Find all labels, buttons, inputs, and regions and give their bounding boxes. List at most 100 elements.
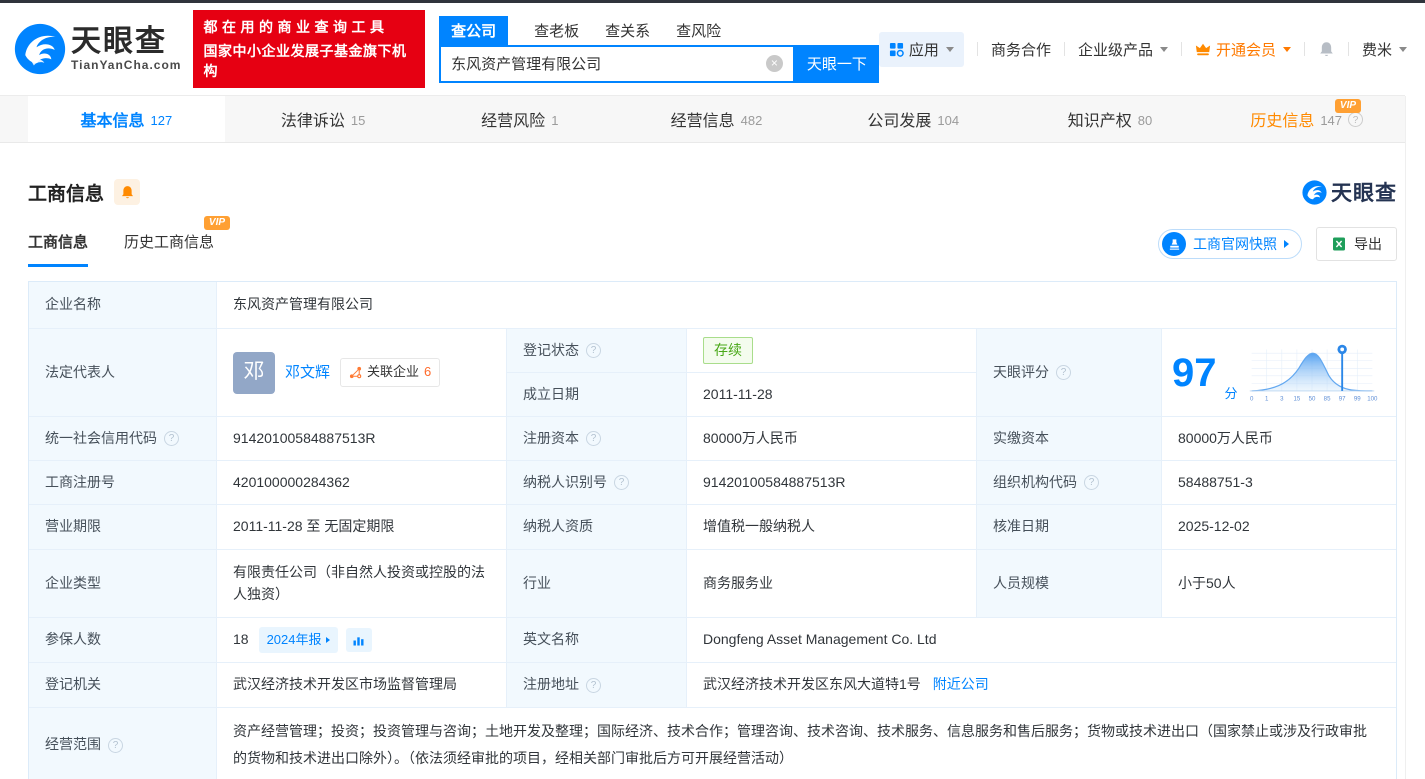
field-value-score: 97 分 0 1 3 15 50 85 97 99 100 [1161, 328, 1396, 416]
subtab-business-info[interactable]: 工商信息 [28, 231, 89, 267]
legal-rep-link[interactable]: 邓文辉 [285, 361, 330, 384]
tianyancha-page: 天眼查 TianYanCha.com 都在用的商业查询工具 国家中小企业发展子基… [0, 0, 1425, 779]
bell-icon [1320, 41, 1333, 56]
field-label-score: 天眼评分? [976, 328, 1161, 416]
field-value-establish-date: 2011-11-28 [686, 372, 976, 416]
nav-enterprise-label: 企业级产品 [1077, 41, 1153, 59]
bar-chart-icon [353, 636, 364, 646]
tab-legal-litigation[interactable]: 法律诉讼 15 [225, 96, 422, 142]
divider [1303, 42, 1305, 56]
score-number: 97 [1172, 350, 1217, 395]
nav-notifications[interactable] [1318, 41, 1335, 58]
export-button[interactable]: 导出 [1316, 227, 1397, 261]
field-value-insured-count: 18 2024年报 [216, 617, 506, 662]
info-icon[interactable]: ? [586, 343, 601, 358]
field-label-establish-date: 成立日期 [506, 372, 686, 416]
subtab-history-business-info[interactable]: VIP 历史工商信息 [124, 216, 231, 267]
info-icon[interactable]: ? [108, 737, 123, 753]
site-logo[interactable]: 天眼查 TianYanCha.com [14, 23, 181, 75]
divider [1063, 42, 1065, 56]
nav-user-menu[interactable]: 费米 [1362, 39, 1407, 60]
tianyancha-logo-icon [1302, 179, 1327, 205]
username: 费米 [1361, 41, 1392, 59]
field-value-english-name: Dongfeng Asset Management Co. Ltd [686, 617, 1396, 662]
avatar[interactable]: 邓 [233, 351, 275, 394]
svg-text:1: 1 [1265, 395, 1269, 402]
search-tab-relation[interactable]: 查关系 [605, 16, 650, 45]
annual-report-badge[interactable]: 2024年报 [258, 626, 338, 654]
chevron-right-icon [325, 637, 330, 643]
official-snapshot-button[interactable]: 工商官网快照 [1158, 229, 1302, 259]
annual-report-label: 2024年报 [266, 631, 322, 647]
field-label-insured-count: 参保人数 [29, 617, 216, 662]
svg-text:3: 3 [1280, 395, 1284, 402]
info-icon[interactable]: ? [586, 431, 601, 446]
field-value-staff-size: 小于50人 [1161, 549, 1396, 617]
top-nav: 应用 商务合作 企业级产品 开通会员 费米 [878, 31, 1425, 67]
field-label-staff-size: 人员规模 [976, 549, 1161, 617]
field-label-reg-status: 登记状态? [506, 328, 686, 372]
help-icon[interactable]: ? [1348, 111, 1364, 127]
clear-icon[interactable]: × [765, 55, 783, 72]
info-icon[interactable]: ? [164, 431, 179, 446]
section-subrow: 工商信息 VIP 历史工商信息 工商官网快照 导出 [28, 216, 1397, 267]
tab-label: 经营信息 [670, 113, 735, 130]
info-icon[interactable]: ? [614, 475, 629, 490]
nav-open-vip[interactable]: 开通会员 [1195, 39, 1291, 60]
logo-text: 天眼查 TianYanCha.com [71, 25, 181, 73]
tab-history-info[interactable]: VIP 历史信息 147 ? [1208, 96, 1405, 142]
tab-operation-risk[interactable]: 经营风险 1 [421, 96, 618, 142]
search-tab-risk[interactable]: 查风险 [676, 16, 721, 45]
tab-count: 147 [1320, 112, 1343, 128]
field-value-reg-number: 420100000284362 [216, 460, 506, 504]
divider [1180, 42, 1182, 56]
main-tabbar: 基本信息 127 法律诉讼 15 经营风险 1 经营信息 482 公司发展 10… [0, 95, 1405, 143]
tab-company-development[interactable]: 公司发展 104 [815, 96, 1012, 142]
field-label-company-name: 企业名称 [29, 282, 216, 328]
nav-apps[interactable]: 应用 [878, 31, 964, 67]
subtab-label: 历史工商信息 [124, 234, 215, 251]
tab-count: 104 [937, 112, 960, 128]
field-value-taxpayer-id: 91420100584887513R [686, 460, 976, 504]
chevron-down-icon [1159, 46, 1168, 52]
related-companies-badge[interactable]: 关联企业 6 [340, 358, 441, 387]
tab-intellectual-property[interactable]: 知识产权 80 [1012, 96, 1209, 142]
main-content: 工商信息 天眼查 工商信息 VIP 历史工商信息 工商官网快照 导出 企业名称 … [0, 177, 1425, 779]
field-label-credit-code: 统一社会信用代码? [29, 416, 216, 460]
section-title: 工商信息 [28, 183, 105, 205]
nearby-companies-link[interactable]: 附近公司 [933, 674, 989, 696]
subtabs: 工商信息 VIP 历史工商信息 [28, 216, 231, 267]
search-tab-company[interactable]: 查公司 [439, 15, 509, 45]
nav-cooperation[interactable]: 商务合作 [991, 39, 1051, 60]
export-label: 导出 [1354, 236, 1382, 252]
field-value-reg-capital: 80000万人民币 [686, 416, 976, 460]
divider [976, 42, 978, 56]
nav-apps-label: 应用 [908, 41, 939, 59]
chevron-down-icon [1282, 46, 1291, 52]
info-icon[interactable]: ? [586, 677, 601, 693]
watermark-logo: 天眼查 [1302, 177, 1397, 207]
insured-trend-button[interactable] [345, 628, 372, 652]
vip-badge: VIP [203, 216, 231, 230]
search-button[interactable]: 天眼一下 [794, 44, 879, 83]
site-header: 天眼查 TianYanCha.com 都在用的商业查询工具 国家中小企业发展子基… [0, 3, 1425, 95]
field-label-business-scope: 经营范围? [29, 707, 216, 779]
search-tab-boss[interactable]: 查老板 [534, 16, 579, 45]
logo-name: 天眼查 [71, 25, 167, 58]
vip-crown-icon [1195, 43, 1211, 55]
info-icon[interactable]: ? [1056, 365, 1071, 380]
search-input[interactable] [441, 55, 766, 72]
field-value-paid-capital: 80000万人民币 [1161, 416, 1396, 460]
field-value-reg-status: 存续 [686, 328, 976, 372]
info-icon[interactable]: ? [1084, 475, 1099, 490]
nav-cooperation-label: 商务合作 [990, 41, 1051, 59]
monitor-bell-button[interactable] [114, 179, 141, 205]
field-value-company-type: 有限责任公司（非自然人投资或控股的法人独资） [216, 549, 506, 617]
field-value-approval-date: 2025-12-02 [1161, 504, 1396, 549]
section-header: 工商信息 天眼查 [28, 177, 1397, 207]
tab-operation-info[interactable]: 经营信息 482 [618, 96, 815, 142]
nav-enterprise[interactable]: 企业级产品 [1078, 39, 1168, 60]
tab-basic-info[interactable]: 基本信息 127 [28, 96, 225, 142]
tianyancha-logo-icon [14, 23, 66, 75]
tab-label: 经营风险 [481, 113, 546, 130]
